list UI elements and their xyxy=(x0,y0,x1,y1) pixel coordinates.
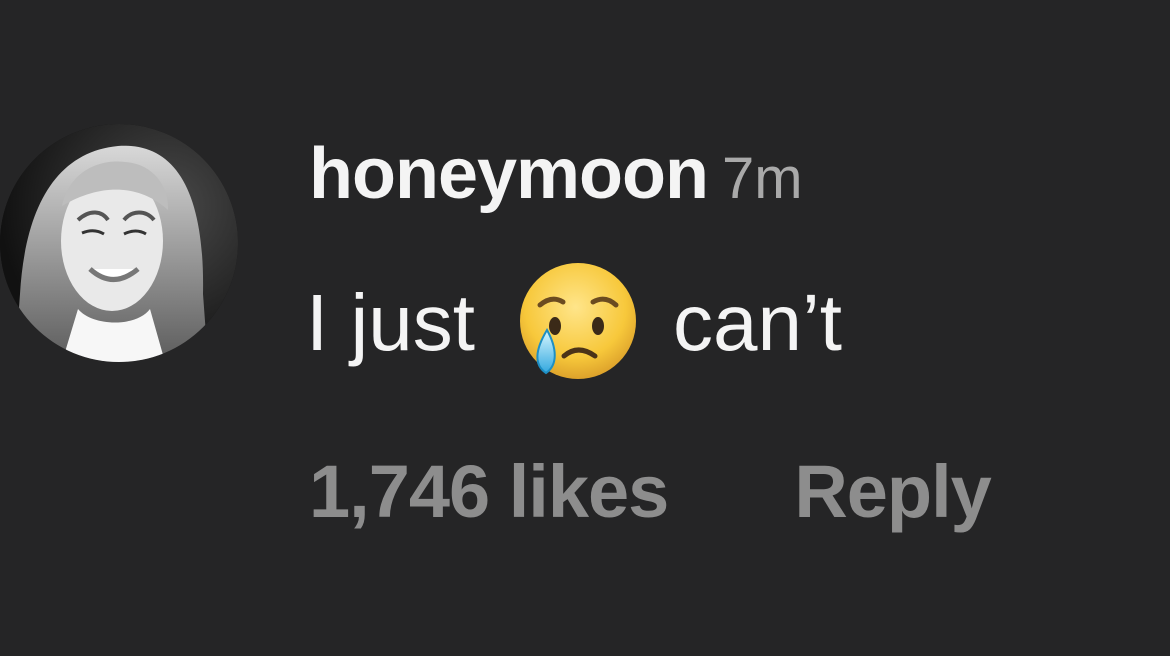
likes-count[interactable]: 1,746 likes xyxy=(309,450,669,533)
comment-text-after: can’t xyxy=(672,278,842,367)
timestamp: 7m xyxy=(722,146,803,211)
comment-text-before: I just xyxy=(306,278,475,367)
username[interactable]: honeymoon xyxy=(309,134,709,214)
crying-face-icon xyxy=(515,260,641,386)
comment-item: honeymoon 7m I just can’t 1,746 likes Re… xyxy=(0,0,1170,656)
avatar[interactable] xyxy=(0,124,238,362)
comment-header: honeymoon 7m xyxy=(309,138,803,210)
comment-actions: 1,746 likes Reply xyxy=(309,455,992,529)
comment-body: I just can’t xyxy=(306,263,842,379)
reply-button[interactable]: Reply xyxy=(794,450,992,533)
avatar-photo xyxy=(0,124,238,362)
